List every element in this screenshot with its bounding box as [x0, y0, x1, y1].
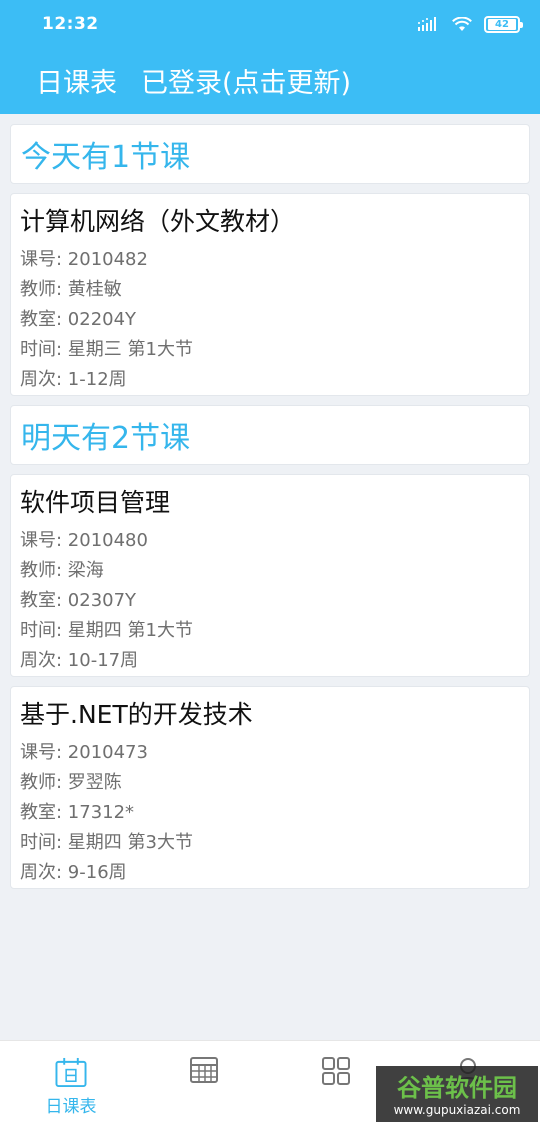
section-header-tomorrow: 明天有2节课	[10, 405, 530, 465]
course-row: 课号2010482	[20, 245, 529, 275]
title-bar: 日课表 已登录(点击更新)	[36, 60, 351, 100]
row-key: 课号	[20, 742, 68, 763]
course-row: 时间星期四 第1大节	[20, 616, 529, 646]
row-value: 02204Y	[67, 309, 137, 330]
course-row: 周次9-16周	[20, 858, 529, 888]
watermark-logo: 谷普软件园 www.gupuxiazai.com	[376, 1066, 538, 1122]
course-name: 软件项目管理	[20, 488, 171, 517]
svg-text:www.gupuxiazai.com: www.gupuxiazai.com	[394, 1103, 521, 1117]
row-key: 时间	[20, 832, 68, 853]
signal-icon	[418, 17, 436, 31]
svg-text:谷普软件园: 谷普软件园	[397, 1074, 517, 1102]
course-card[interactable]: 基于.NET的开发技术 课号2010473 教师罗翌陈 教室17312* 时间星…	[10, 686, 530, 889]
row-key: 教室	[20, 590, 68, 611]
row-key: 时间	[20, 339, 68, 360]
row-value: 2010480	[67, 530, 148, 551]
status-time: 12:32	[42, 14, 99, 34]
section-header-today: 今天有1节课	[10, 124, 530, 184]
course-row: 教室17312*	[20, 798, 529, 828]
row-key: 时间	[20, 620, 68, 641]
row-value: 02307Y	[67, 590, 137, 611]
row-value: 2010473	[67, 742, 148, 763]
course-name: 基于.NET的开发技术	[20, 700, 253, 729]
row-value: 17312*	[67, 802, 135, 823]
row-key: 周次	[20, 369, 68, 390]
row-key: 周次	[20, 650, 68, 671]
row-key: 教室	[20, 309, 68, 330]
row-value: 星期四 第3大节	[67, 832, 193, 853]
row-key: 教师	[20, 279, 68, 300]
course-row: 教师黄桂敏	[20, 275, 529, 305]
course-row: 教室02307Y	[20, 586, 529, 616]
battery-level: 42	[488, 18, 516, 30]
row-key: 课号	[20, 530, 68, 551]
nav-tab-day-schedule[interactable]: 日课表	[41, 1057, 101, 1117]
course-row: 教师罗翌陈	[20, 768, 529, 798]
course-row: 教师梁海	[20, 556, 529, 586]
row-key: 周次	[20, 862, 68, 883]
row-value: 黄桂敏	[67, 279, 122, 300]
row-key: 课号	[20, 249, 68, 270]
wifi-icon	[452, 16, 472, 31]
nav-tab-apps[interactable]	[306, 1057, 366, 1117]
row-value: 2010482	[67, 249, 148, 270]
course-row: 课号2010473	[20, 738, 529, 768]
row-value: 罗翌陈	[67, 772, 122, 793]
row-value: 10-17周	[67, 650, 139, 671]
course-name: 计算机网络（外文教材）	[20, 207, 296, 236]
nav-label-day-schedule: 日课表	[45, 1097, 97, 1117]
course-row: 周次10-17周	[20, 646, 529, 676]
battery-icon: 42	[484, 15, 523, 33]
row-value: 星期三 第1大节	[67, 339, 193, 360]
course-card[interactable]: 计算机网络（外文教材） 课号2010482 教师黄桂敏 教室02204Y 时间星…	[10, 193, 530, 396]
page-title: 日课表	[36, 67, 117, 99]
row-key: 教师	[20, 560, 68, 581]
schedule-list: 今天有1节课 计算机网络（外文教材） 课号2010482 教师黄桂敏 教室022…	[10, 124, 530, 898]
nav-tab-week-schedule[interactable]	[174, 1057, 234, 1117]
status-bar: 12:32 42	[0, 0, 540, 48]
status-icons: 42	[418, 14, 523, 34]
row-key: 教室	[20, 802, 68, 823]
table-grid-icon	[190, 1057, 218, 1083]
calendar-day-icon	[55, 1057, 87, 1088]
course-row: 时间星期四 第3大节	[20, 828, 529, 858]
row-key: 教师	[20, 772, 68, 793]
course-row: 周次1-12周	[20, 365, 529, 395]
course-row: 教室02204Y	[20, 305, 529, 335]
row-value: 9-16周	[67, 862, 127, 883]
course-card[interactable]: 软件项目管理 课号2010480 教师梁海 教室02307Y 时间星期四 第1大…	[10, 474, 530, 677]
course-row: 课号2010480	[20, 526, 529, 556]
row-value: 1-12周	[67, 369, 127, 390]
course-row: 时间星期三 第1大节	[20, 335, 529, 365]
login-status-button[interactable]: 已登录(点击更新)	[141, 61, 351, 100]
apps-grid-icon	[322, 1057, 350, 1085]
row-value: 星期四 第1大节	[67, 620, 193, 641]
app-header: 12:32 42 日课表 已登录(点击更新)	[0, 0, 540, 114]
row-value: 梁海	[67, 560, 104, 581]
